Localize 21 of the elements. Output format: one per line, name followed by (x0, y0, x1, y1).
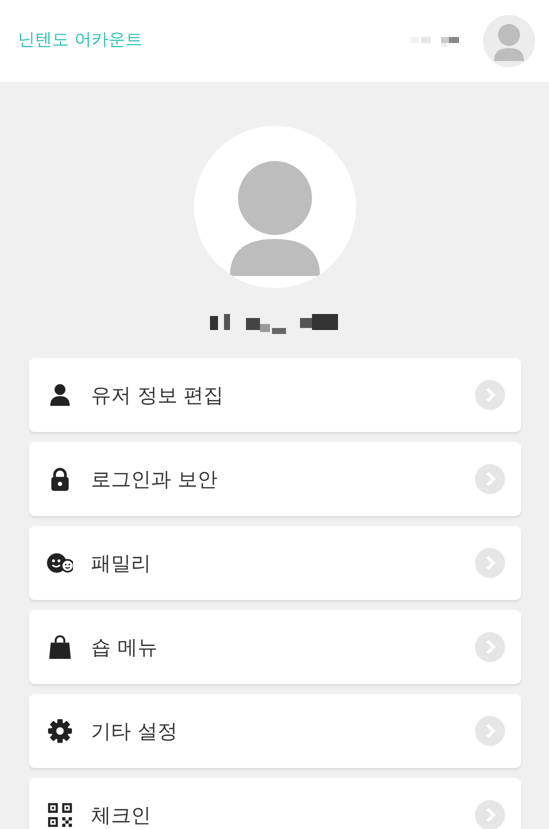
shopping-bag-icon (47, 634, 73, 660)
chevron-right-icon (475, 548, 505, 578)
menu-label: 숍 메뉴 (91, 634, 158, 661)
menu-label: 기타 설정 (91, 718, 178, 745)
menu-label: 패밀리 (91, 550, 151, 577)
menu-label: 체크인 (91, 802, 151, 829)
chevron-right-icon (475, 380, 505, 410)
menu-item[interactable]: 유저 정보 편집 (29, 358, 521, 432)
menu-item[interactable]: 로그인과 보안 (29, 442, 521, 516)
qr-code-icon (47, 802, 73, 828)
settings-icon (47, 718, 73, 744)
menu-item[interactable]: 기타 설정 (29, 694, 521, 768)
chevron-right-icon (475, 716, 505, 746)
menu-label: 로그인과 보안 (91, 466, 218, 493)
menu-item[interactable]: 패밀리 (29, 526, 521, 600)
menu-item[interactable]: 체크인 (29, 778, 521, 829)
menu-label: 유저 정보 편집 (91, 382, 224, 409)
chevron-right-icon (475, 632, 505, 662)
menu-item[interactable]: 숍 메뉴 (29, 610, 521, 684)
chevron-right-icon (475, 800, 505, 829)
chevron-right-icon (475, 464, 505, 494)
